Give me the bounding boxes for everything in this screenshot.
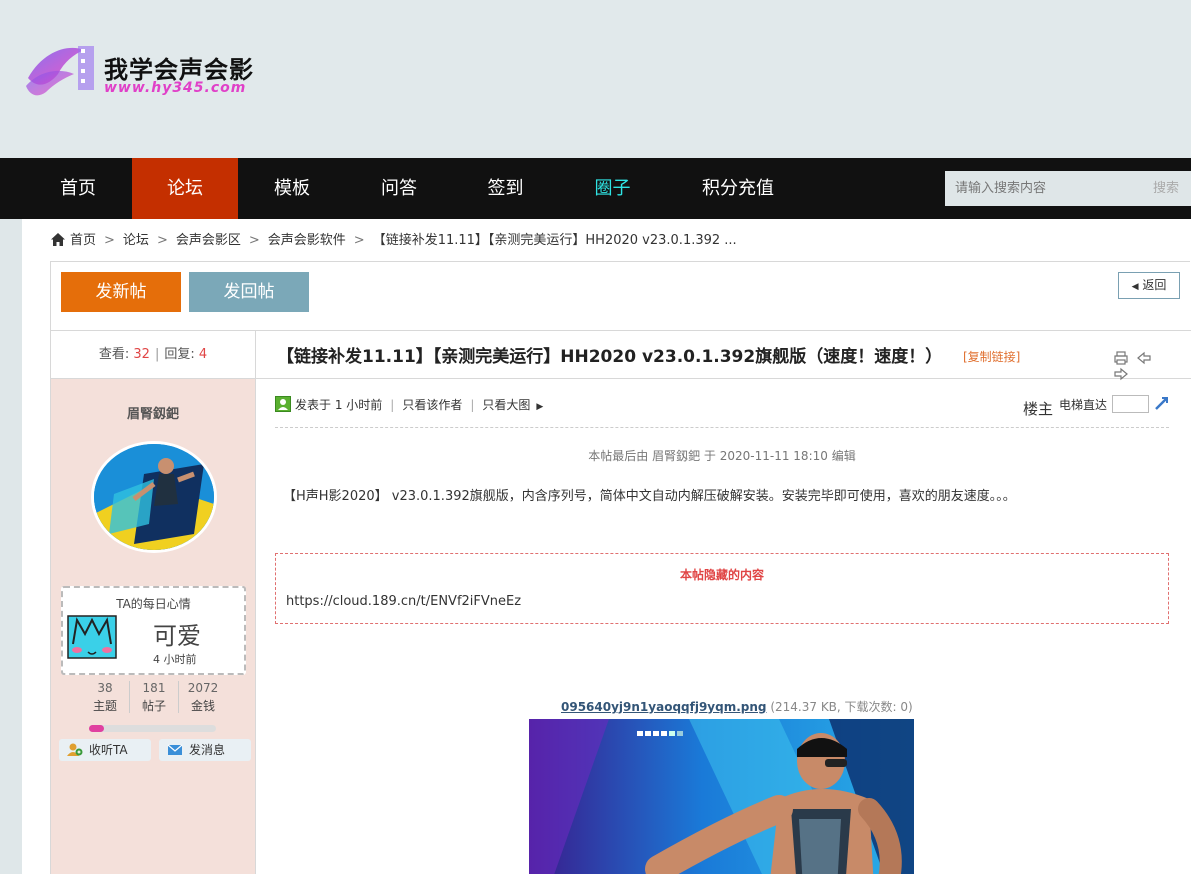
stat-money[interactable]: 2072 金钱 bbox=[179, 679, 227, 715]
nav-item-qa[interactable]: 问答 bbox=[346, 158, 452, 219]
attachment-info: 095640yj9n1yaoqqfj9yqm.png (214.37 KB, 下… bbox=[561, 698, 913, 715]
stat-label: 帖子 bbox=[141, 699, 166, 713]
message-label: 发消息 bbox=[189, 743, 226, 757]
search-button[interactable]: 搜索 bbox=[1141, 171, 1191, 206]
mood-title: TA的每日心情 bbox=[116, 597, 191, 611]
prev-thread-icon[interactable] bbox=[1136, 350, 1152, 366]
content-area: 首页 > 论坛 > 会声会影区 > 会声会影软件 > 【链接补发11.11】【亲测完美运行】HH… bbox=[22, 219, 1191, 874]
back-label: 返回 bbox=[1142, 278, 1167, 292]
search-bar: 搜索 bbox=[945, 171, 1191, 206]
stats-sep: | bbox=[154, 347, 160, 362]
stat-value: 2072 bbox=[187, 681, 219, 695]
attachment-link[interactable]: 095640yj9n1yaoqqfj9yqm.png bbox=[561, 700, 767, 714]
print-icon[interactable] bbox=[1113, 350, 1129, 366]
stat-label: 主题 bbox=[92, 699, 117, 713]
breadcrumb: 首页 > 论坛 > 会声会影区 > 会声会影软件 > 【链接补发11.11】【亲测完美运行】HH… bbox=[50, 231, 737, 251]
level-progress bbox=[89, 725, 216, 732]
stat-posts[interactable]: 181 帖子 bbox=[130, 679, 178, 715]
mood-cute-icon bbox=[67, 615, 117, 659]
nav-item-home[interactable]: 首页 bbox=[24, 158, 132, 219]
only-image-link[interactable]: 只看大图 bbox=[482, 398, 530, 412]
thread-box: 发新帖 发回帖 ◀ 返回 查看: 32 | 回复: 4 【链接补发11.11】【亲测… bbox=[50, 261, 1191, 874]
stat-threads[interactable]: 38 主题 bbox=[81, 679, 129, 715]
nav-item-checkin[interactable]: 签到 bbox=[452, 158, 559, 219]
breadcrumb-sep: > bbox=[353, 233, 365, 248]
message-button[interactable]: 发消息 bbox=[159, 739, 251, 761]
only-author-link[interactable]: 只看该作者 bbox=[402, 398, 462, 412]
elevator-go-icon[interactable] bbox=[1154, 395, 1170, 411]
caret-right-icon: ▶ bbox=[536, 402, 544, 412]
column-divider bbox=[255, 331, 256, 874]
views-count: 32 bbox=[133, 347, 150, 362]
follow-button[interactable]: 收听TA bbox=[59, 739, 151, 761]
attachment-meta: (214.37 KB, 下载次数: 0) bbox=[770, 700, 913, 714]
breadcrumb-board[interactable]: 会声会影软件 bbox=[268, 233, 346, 248]
follow-label: 收听TA bbox=[89, 743, 128, 757]
site-logo[interactable]: 我学会声会影 www.hy345.com bbox=[24, 40, 254, 102]
attachment-image[interactable] bbox=[529, 719, 914, 874]
stat-value: 38 bbox=[97, 681, 113, 695]
avatar[interactable] bbox=[91, 441, 217, 553]
meta-sep: | bbox=[470, 398, 475, 412]
floor-label: 楼主 bbox=[1023, 400, 1054, 418]
back-arrow-icon: ◀ bbox=[1131, 282, 1139, 292]
site-url: www.hy345.com bbox=[104, 80, 247, 96]
nav-item-recharge[interactable]: 积分充值 bbox=[666, 158, 810, 219]
replies-label: 回复: bbox=[164, 347, 195, 362]
mail-icon bbox=[167, 744, 183, 755]
back-button[interactable]: ◀ 返回 bbox=[1118, 272, 1180, 299]
stat-value: 181 bbox=[142, 681, 166, 695]
posted-time: 发表于 1 小时前 bbox=[295, 398, 383, 412]
new-thread-button[interactable]: 发新帖 bbox=[61, 272, 181, 312]
breadcrumb-sep: > bbox=[156, 233, 168, 248]
follow-icon bbox=[67, 743, 83, 756]
nav-item-templates[interactable]: 模板 bbox=[238, 158, 346, 219]
meta-divider bbox=[275, 427, 1169, 428]
breadcrumb-sep: > bbox=[104, 233, 115, 248]
hidden-content-box: 本帖隐藏的内容 https://cloud.189.cn/t/ENVf2iFVn… bbox=[275, 553, 1169, 624]
meta-sep: | bbox=[390, 398, 395, 412]
search-input[interactable] bbox=[945, 171, 1141, 206]
hidden-content-title: 本帖隐藏的内容 bbox=[679, 568, 764, 582]
breadcrumb-section[interactable]: 会声会影区 bbox=[176, 233, 241, 248]
next-thread-icon[interactable] bbox=[1113, 366, 1129, 382]
stat-label: 金钱 bbox=[190, 699, 215, 713]
author-sidebar: 眉腎釼鈀 TA的每日心情 可爱 4 小时前 38 主题 181 帖子 2072 … bbox=[51, 379, 255, 874]
hidden-content-url[interactable]: https://cloud.189.cn/t/ENVf2iFVneEz bbox=[286, 594, 521, 609]
mood-time: 4 小时前 bbox=[153, 653, 197, 666]
replies-count: 4 bbox=[198, 347, 208, 362]
elevator-input[interactable] bbox=[1112, 395, 1149, 413]
breadcrumb-forum[interactable]: 论坛 bbox=[123, 233, 149, 248]
mood-card: TA的每日心情 可爱 4 小时前 bbox=[61, 586, 246, 675]
views-label: 查看: bbox=[98, 347, 130, 362]
nav-item-forum[interactable]: 论坛 bbox=[132, 158, 238, 219]
thread-stats: 查看: 32 | 回复: 4 bbox=[51, 331, 255, 379]
reply-button[interactable]: 发回帖 bbox=[189, 272, 309, 312]
post-body: 【H声H影2020】 v23.0.1.392旗舰版，内含序列号，简体中文自动内解… bbox=[283, 489, 1016, 504]
copy-link-button[interactable]: [复制链接] bbox=[963, 348, 1020, 365]
author-name[interactable]: 眉腎釼鈀 bbox=[51, 403, 255, 422]
nav-item-circle[interactable]: 圈子 bbox=[559, 158, 666, 219]
site-header: 我学会声会影 www.hy345.com bbox=[0, 0, 1191, 158]
edit-note: 本帖最后由 眉腎釼鈀 于 2020-11-11 18:10 编辑 bbox=[588, 449, 856, 463]
breadcrumb-sep: > bbox=[248, 233, 260, 248]
breadcrumb-thread[interactable]: 【链接补发11.11】【亲测完美运行】HH2020 v23.0.1.392 ..… bbox=[373, 233, 737, 248]
level-progress-fill bbox=[89, 725, 105, 732]
thread-tools bbox=[1113, 350, 1173, 381]
author-stats: 38 主题 181 帖子 2072 金钱 bbox=[81, 679, 231, 717]
thread-title: 【链接补发11.11】【亲测完美运行】HH2020 v23.0.1.392旗舰版… bbox=[277, 347, 943, 367]
breadcrumb-home[interactable]: 首页 bbox=[70, 233, 96, 248]
logo-icon bbox=[26, 46, 94, 96]
mood-value: 可爱 bbox=[153, 622, 201, 650]
user-status-icon bbox=[275, 396, 291, 412]
divider bbox=[255, 378, 1191, 379]
home-icon bbox=[51, 233, 65, 246]
elevator-label: 电梯直达 bbox=[1059, 398, 1108, 412]
post-meta: 发表于 1 小时前 | 只看该作者 | 只看大图 ▶ bbox=[275, 396, 543, 414]
